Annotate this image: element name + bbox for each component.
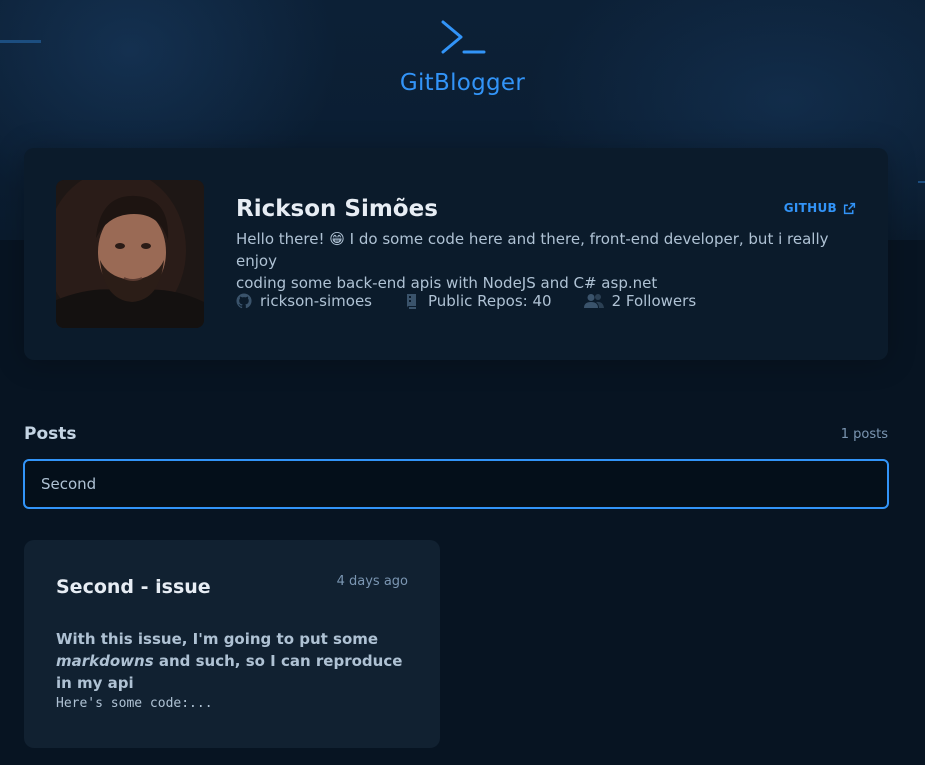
post-date: 4 days ago bbox=[336, 574, 408, 589]
bio-line: coding some back-end apis with NodeJS an… bbox=[236, 274, 658, 292]
posts-count: 1 posts bbox=[840, 426, 888, 442]
profile-name: Rickson Simões bbox=[236, 196, 438, 222]
excerpt-emphasis: markdowns bbox=[56, 652, 154, 670]
posts-title: Posts bbox=[24, 424, 77, 444]
profile-stats: rickson-simoes Public Repos: 40 2 Follow… bbox=[236, 292, 696, 310]
github-link[interactable]: GITHUB bbox=[784, 201, 856, 215]
profile-card: Rickson Simões GITHUB Hello there! 😁 I d… bbox=[24, 148, 888, 360]
terminal-prompt-icon bbox=[440, 18, 486, 58]
github-link-label: GITHUB bbox=[783, 201, 837, 215]
github-icon bbox=[236, 293, 252, 309]
stat-username-label: rickson-simoes bbox=[260, 292, 372, 310]
post-card[interactable]: Second - issue 4 days ago With this issu… bbox=[24, 540, 440, 748]
followers-icon bbox=[583, 294, 604, 308]
avatar bbox=[56, 180, 204, 328]
logo: GitBlogger bbox=[0, 18, 925, 96]
search-input[interactable] bbox=[23, 459, 889, 509]
stat-followers-label: 2 Followers bbox=[611, 292, 697, 310]
profile-bio: Hello there! 😁 I do some code here and t… bbox=[236, 228, 856, 294]
decorative-line bbox=[918, 181, 925, 183]
bio-line: Hello there! 😁 I do some code here and t… bbox=[236, 230, 829, 270]
post-code-snippet: Here's some code:... bbox=[56, 696, 213, 711]
posts-header: Posts 1 posts bbox=[24, 424, 888, 444]
repo-icon bbox=[407, 294, 416, 309]
stat-username: rickson-simoes bbox=[236, 292, 372, 310]
post-excerpt: With this issue, I'm going to put some ma… bbox=[56, 628, 416, 694]
stat-repos: Public Repos: 40 bbox=[404, 292, 552, 310]
post-title: Second - issue bbox=[56, 576, 211, 598]
excerpt-text: With this issue, I'm going to put some bbox=[56, 630, 379, 648]
external-link-icon bbox=[843, 202, 856, 214]
stat-followers: 2 Followers bbox=[583, 292, 697, 310]
app-title: GitBlogger bbox=[399, 70, 526, 96]
stat-repos-label: Public Repos: 40 bbox=[428, 292, 552, 310]
